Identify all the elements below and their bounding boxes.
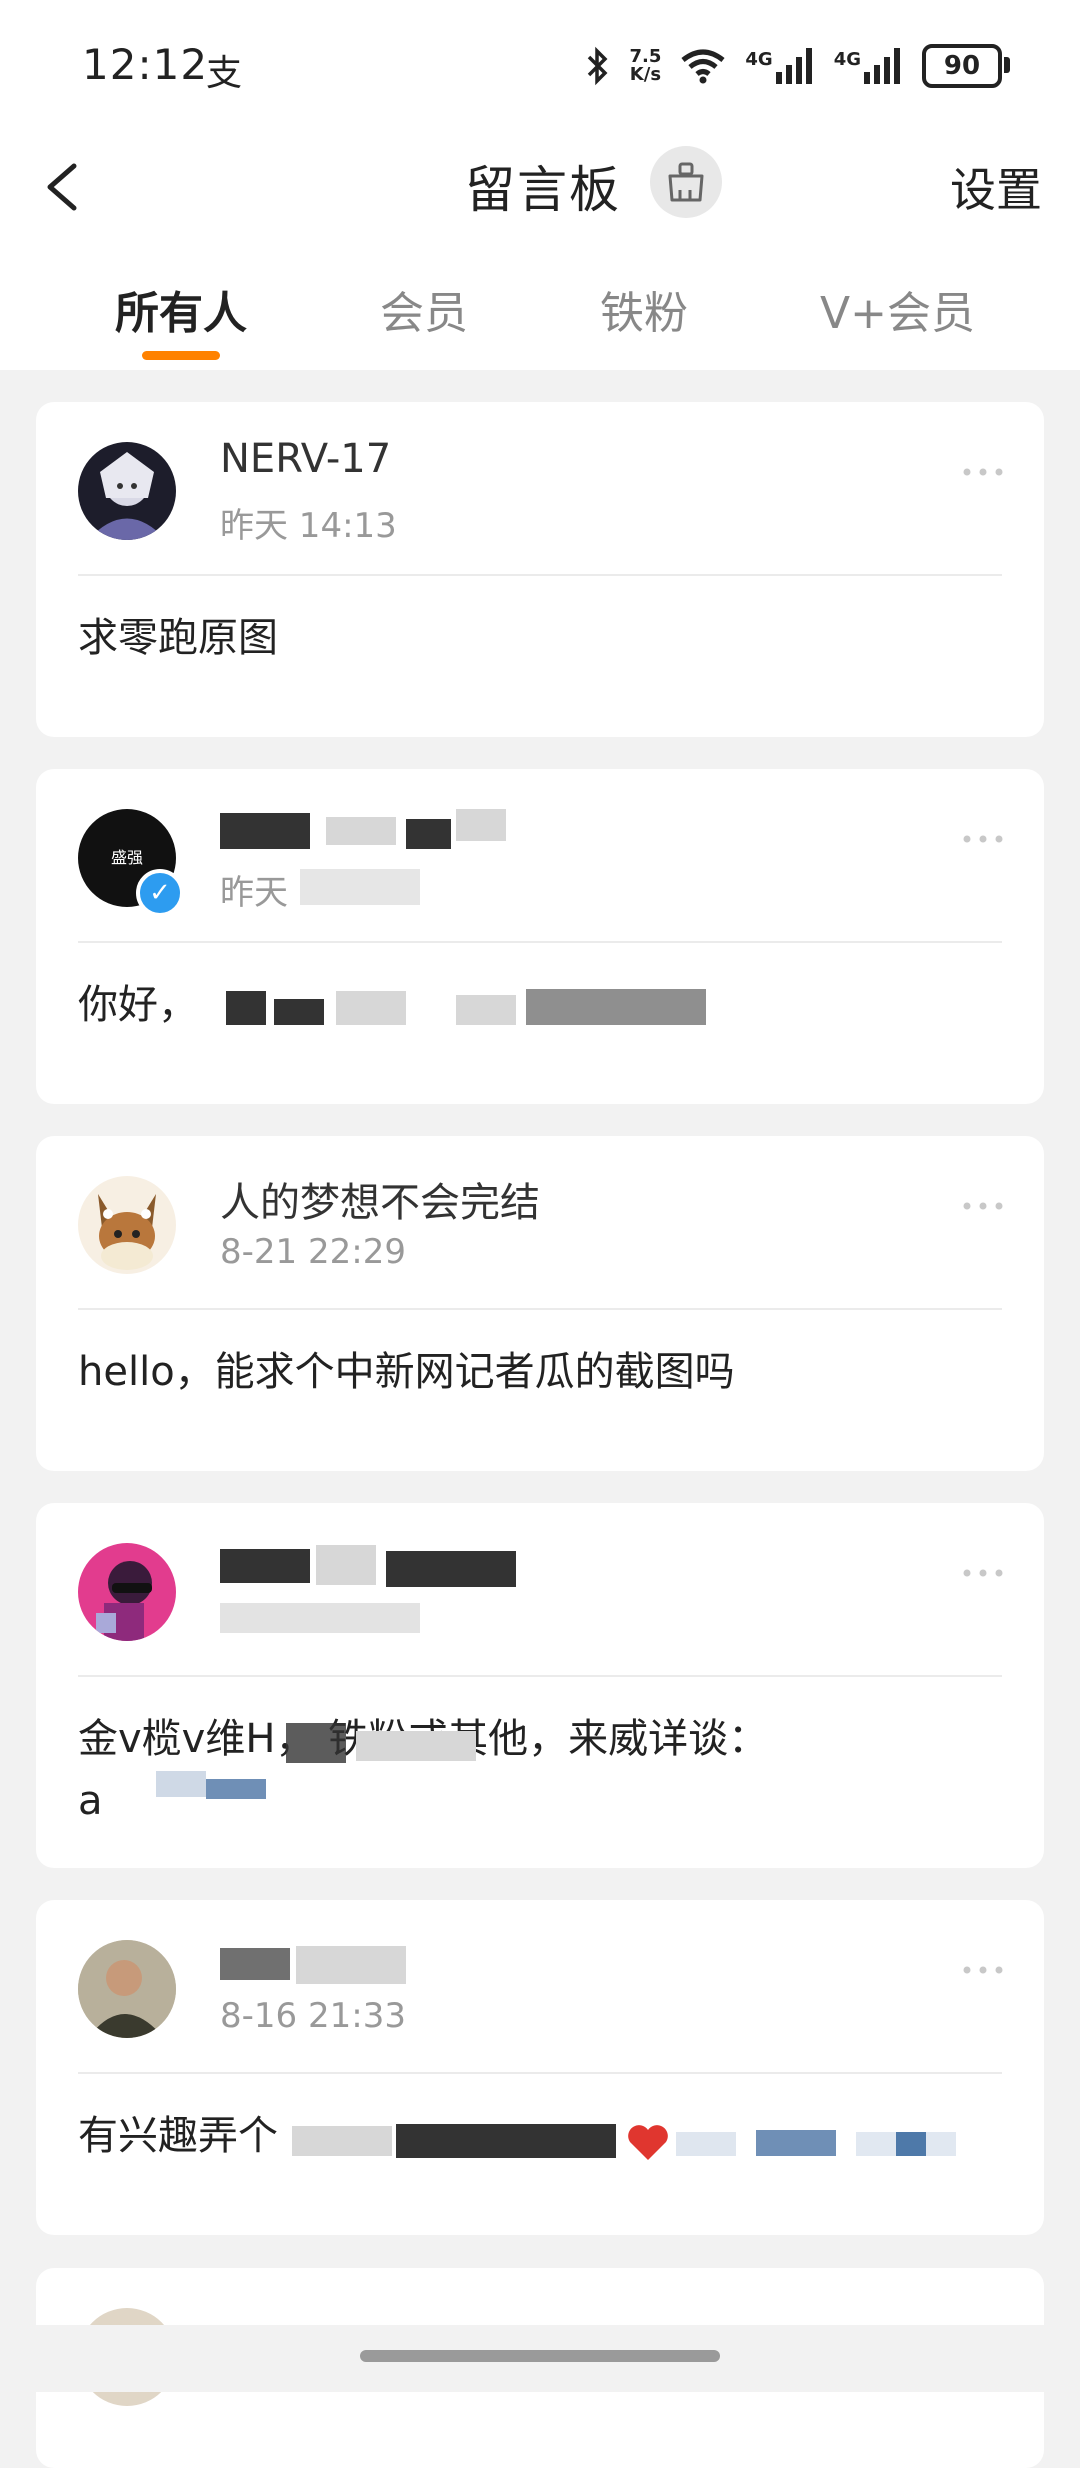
more-icon[interactable] <box>962 829 1004 849</box>
tab-everyone[interactable]: 所有人 <box>115 277 247 341</box>
verified-badge-icon: ✓ <box>136 869 184 917</box>
redacted-block <box>526 989 706 1025</box>
redacted-block <box>220 1603 420 1633</box>
home-indicator[interactable] <box>360 2350 720 2362</box>
redacted-block <box>756 2130 836 2156</box>
redacted-block <box>300 869 420 905</box>
message-content: 金v榄v维H， 铁粉或其他，来威详谈： a <box>78 1708 1002 1832</box>
redacted-block <box>326 817 396 845</box>
settings-button[interactable]: 设置 <box>950 154 1042 220</box>
filter-tabs: 所有人 会员 铁粉 V+会员 <box>0 245 1080 370</box>
net-speed: 7.5 K/s <box>629 46 662 85</box>
redacted-block <box>220 813 310 849</box>
wifi-icon <box>681 49 725 84</box>
bluetooth-icon <box>588 46 608 86</box>
active-tab-indicator <box>142 351 220 360</box>
message-card[interactable]: 人的梦想不会完结 8-21 22:29 hello，能求个中新网记者瓜的截图吗 <box>36 1136 1044 1471</box>
redacted-block <box>386 1551 516 1587</box>
status-time: 12:12 <box>82 40 209 89</box>
status-icons: 7.5 K/s 4G 4G 90 <box>585 44 1010 88</box>
heart-icon <box>628 2125 668 2160</box>
username[interactable]: NERV-17 <box>220 436 391 482</box>
avatar[interactable] <box>78 442 176 540</box>
signal-icon <box>864 48 900 84</box>
divider <box>78 1308 1002 1310</box>
signal-icon <box>775 48 812 84</box>
battery-icon: 90 <box>922 44 1010 88</box>
message-content: hello，能求个中新网记者瓜的截图吗 <box>78 1349 735 1395</box>
redacted-block <box>896 2132 926 2156</box>
redacted-block <box>274 999 324 1025</box>
redacted-block <box>676 2132 736 2156</box>
redacted-block <box>220 1549 310 1583</box>
tab-iron-fans[interactable]: 铁粉 <box>600 277 688 341</box>
chevron-left-icon[interactable] <box>42 162 82 212</box>
message-line: 金v榄v维H， 铁粉或其他，来威详谈： <box>78 1716 769 1762</box>
redacted-block <box>456 995 516 1025</box>
divider <box>78 1675 1002 1677</box>
avatar[interactable] <box>78 1940 176 2038</box>
header-bar: 留言板 设置 <box>0 130 1080 247</box>
message-card[interactable]: 金v榄v维H， 铁粉或其他，来威详谈： a <box>36 1503 1044 1868</box>
status-bar: 12:12 支 7.5 K/s 4G 4G 90 <box>0 0 1080 130</box>
network-type-2: 4G <box>834 48 904 84</box>
redacted-block <box>286 1723 346 1763</box>
message-time: 昨天 <box>220 873 288 913</box>
redacted-block <box>296 1946 406 1984</box>
brush-button[interactable] <box>650 146 722 218</box>
more-icon[interactable] <box>962 1563 1004 1583</box>
message-time: 8-16 21:33 <box>220 1996 406 2036</box>
redacted-block <box>220 1948 290 1980</box>
tab-vplus-members[interactable]: V+会员 <box>820 277 975 341</box>
brush-icon <box>668 162 704 202</box>
more-icon[interactable] <box>962 1196 1004 1216</box>
redacted-block <box>336 991 406 1025</box>
more-icon[interactable] <box>962 1960 1004 1980</box>
message-card[interactable]: 盛强 ✓ 昨天 你好， <box>36 769 1044 1104</box>
redacted-block <box>292 2126 392 2156</box>
redacted-block <box>406 819 451 849</box>
redacted-block <box>206 1779 266 1799</box>
message-card[interactable]: NERV-17 昨天 14:13 求零跑原图 <box>36 402 1044 737</box>
redacted-block <box>316 1545 376 1585</box>
message-time: 8-21 22:29 <box>220 1232 406 1272</box>
message-card[interactable]: 8-16 21:33 有兴趣弄个 <box>36 1900 1044 2235</box>
alipay-icon: 支 <box>206 53 243 94</box>
redacted-block <box>356 1731 476 1761</box>
page-title: 留言板 <box>465 161 621 219</box>
redacted-block <box>156 1771 206 1797</box>
divider <box>78 2072 1002 2074</box>
network-type-1: 4G <box>745 48 815 84</box>
redacted-block <box>456 809 506 841</box>
username[interactable]: 人的梦想不会完结 <box>220 1170 540 1228</box>
redacted-block <box>396 2124 616 2158</box>
divider <box>78 941 1002 943</box>
redacted-block <box>226 991 266 1025</box>
more-icon[interactable] <box>962 462 1004 482</box>
tab-members[interactable]: 会员 <box>380 277 468 341</box>
avatar[interactable] <box>78 1176 176 1274</box>
message-time: 昨天 14:13 <box>220 506 397 546</box>
message-content: 求零跑原图 <box>78 615 278 661</box>
divider <box>78 574 1002 576</box>
avatar[interactable] <box>78 1543 176 1641</box>
